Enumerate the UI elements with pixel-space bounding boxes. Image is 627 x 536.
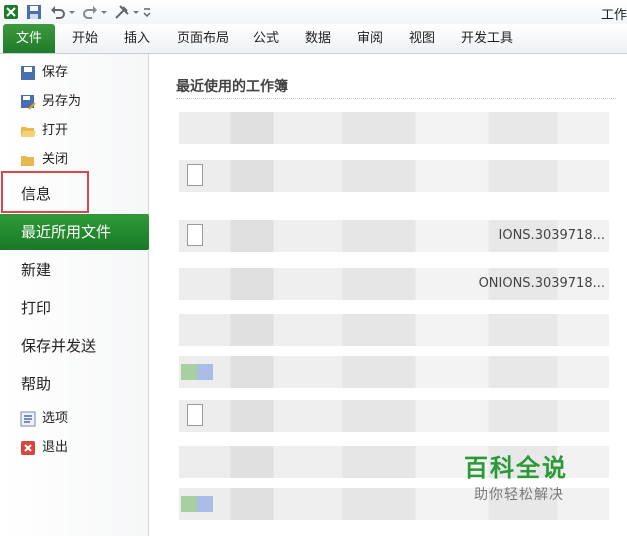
tab-view[interactable]: 视图 (409, 24, 435, 53)
quick-access-toolbar: 工作 (0, 0, 627, 24)
nav-recent-files[interactable]: 最近所用文件 (0, 214, 160, 250)
nav-print[interactable]: 打印 (0, 290, 148, 326)
excel-logo-icon (4, 5, 18, 19)
options-icon (20, 411, 36, 427)
undo-dropdown-icon[interactable] (68, 4, 76, 20)
redo-dropdown-icon[interactable] (100, 4, 108, 20)
watermark: 百科全说 助你轻松解决 (464, 448, 614, 508)
nav-save-and-send[interactable]: 保存并发送 (0, 328, 148, 364)
tab-page-layout[interactable]: 页面布局 (177, 24, 229, 53)
customize-toolbar-icon[interactable] (142, 4, 152, 20)
section-title: 最近使用的工作簿 (176, 79, 288, 95)
save-icon[interactable] (26, 4, 42, 20)
tab-data[interactable]: 数据 (305, 24, 331, 53)
section-divider (176, 98, 616, 99)
exit-icon (21, 441, 35, 455)
tab-formulas[interactable]: 公式 (253, 24, 279, 53)
window-title: 工作 (600, 8, 627, 23)
redo-icon[interactable] (82, 4, 98, 20)
file-icon (187, 164, 203, 186)
ribbon-tabs: 文件 开始 插入 页面布局 公式 数据 审阅 视图 开发工具 (0, 24, 627, 54)
recent-file-row[interactable]: IONS.3039718... (179, 214, 619, 258)
recent-file-row[interactable] (179, 394, 619, 438)
undo-icon[interactable] (50, 4, 66, 20)
tab-file[interactable]: 文件 (3, 24, 55, 53)
tab-developer[interactable]: 开发工具 (461, 24, 513, 53)
tools-dropdown-icon[interactable] (132, 4, 140, 20)
open-folder-icon (21, 127, 36, 137)
recent-file-row[interactable] (179, 154, 619, 198)
close-folder-icon (21, 156, 34, 166)
nav-help[interactable]: 帮助 (0, 366, 148, 402)
tab-insert[interactable]: 插入 (124, 24, 150, 53)
save-icon (21, 66, 35, 80)
nav-new[interactable]: 新建 (0, 252, 148, 288)
tab-review[interactable]: 审阅 (357, 24, 383, 53)
watermark-title: 百科全说 (464, 454, 568, 482)
recent-file-row[interactable]: ONIONS.3039718... (179, 262, 619, 306)
watermark-subtitle: 助你轻松解决 (474, 487, 564, 503)
recent-file-row[interactable] (179, 106, 619, 150)
recent-file-row[interactable] (179, 350, 619, 394)
tab-home[interactable]: 开始 (72, 24, 98, 53)
highlight-box (1, 171, 89, 213)
recent-file-row[interactable] (179, 308, 619, 352)
tools-icon[interactable] (114, 4, 130, 20)
backstage-nav: 保存 另存为 打开 关闭 信息 最近所用文件 新建 打印 保存并发送 帮助 选项 (0, 54, 160, 536)
file-icon (187, 404, 203, 426)
file-icon (187, 224, 203, 246)
save-as-icon (21, 95, 36, 110)
